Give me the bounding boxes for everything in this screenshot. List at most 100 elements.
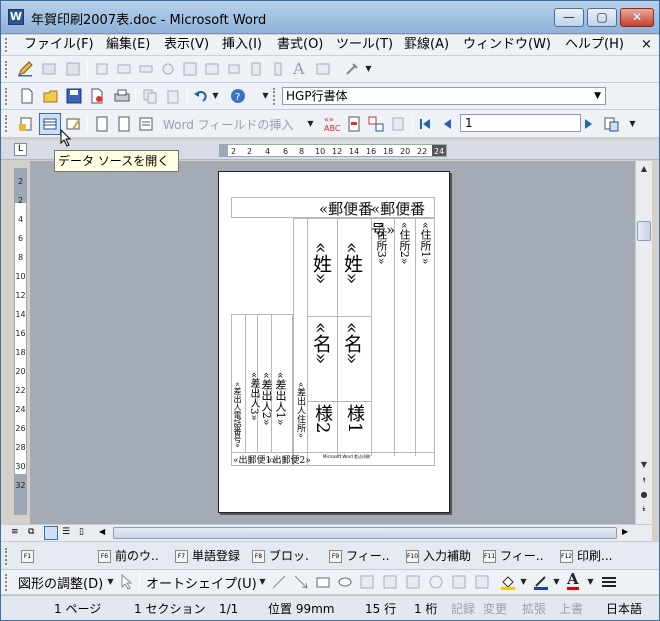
menu-window[interactable]: ウィンドウ(W)	[459, 35, 555, 55]
word-doc-icon[interactable]: W	[8, 9, 24, 25]
menu-file[interactable]: ファイル(F)	[20, 35, 98, 55]
fkey-f11[interactable]: F11 フィー..	[483, 548, 543, 565]
fkey-f6[interactable]: F6 前のウ..	[98, 548, 159, 565]
fkey-f9[interactable]: F9 フィー..	[329, 548, 389, 565]
checkbox-field-icon[interactable]	[94, 61, 110, 77]
merge-to-document-icon[interactable]	[603, 116, 619, 132]
line-style-icon[interactable]	[601, 574, 617, 590]
open-folder-icon[interactable]	[43, 88, 59, 104]
scrollbar-thumb[interactable]	[113, 527, 617, 539]
open-data-source-button[interactable]	[39, 113, 61, 135]
toolbar-options-dropdown[interactable]: ▼	[261, 88, 270, 104]
go-to-record-input[interactable]: 1	[460, 114, 581, 132]
horizontal-scrollbar[interactable]: ≡ ⧉ ☰ ▯ ◀ ▶	[1, 524, 652, 541]
edit-pencil-icon[interactable]	[17, 61, 33, 77]
previous-record-icon[interactable]	[439, 116, 455, 132]
combobox-icon[interactable]	[204, 61, 220, 77]
help-icon[interactable]: ?	[230, 88, 246, 104]
reading-layout-icon[interactable]: ▯	[79, 527, 84, 537]
toolbar-grip[interactable]	[5, 61, 9, 78]
propagate-labels-icon[interactable]	[390, 116, 406, 132]
chevron-down-icon[interactable]: ▼	[594, 88, 601, 104]
vertical-scrollbar[interactable]: ▲ ▼ ⯭ ● ⯯	[635, 161, 652, 524]
main-document-setup-icon[interactable]	[18, 116, 34, 132]
scroll-down-arrow[interactable]: ▼	[637, 457, 651, 472]
view-merged-data-icon[interactable]: «» ABC	[324, 115, 340, 133]
menu-help[interactable]: ヘルプ(H)	[561, 35, 628, 55]
chevron-down-icon[interactable]: ▼	[519, 574, 528, 590]
toolbar-grip[interactable]	[5, 548, 9, 565]
oval-icon[interactable]	[337, 574, 353, 590]
new-document-icon[interactable]	[19, 88, 35, 104]
tools-icon[interactable]	[344, 61, 360, 77]
minimize-button[interactable]: —	[554, 8, 584, 27]
line-color-icon[interactable]	[533, 574, 549, 590]
menu-edit[interactable]: 編集(E)	[102, 35, 154, 55]
next-page-icon[interactable]: ⯯	[637, 501, 651, 516]
save-icon[interactable]	[66, 88, 82, 104]
arrow-icon[interactable]	[293, 574, 309, 590]
horizontal-ruler[interactable]: 2 2 4 6 8 10 12 14 16 18 20 22 24	[219, 144, 447, 157]
scrollbar-control-icon[interactable]	[270, 61, 286, 77]
clipart-icon[interactable]	[451, 574, 467, 590]
next-record-icon[interactable]	[581, 116, 597, 132]
scroll-left-arrow[interactable]: ◀	[99, 527, 105, 536]
insert-frame-icon[interactable]	[65, 61, 81, 77]
normal-view-icon[interactable]: ≡	[11, 527, 19, 537]
browse-object-icon[interactable]: ●	[637, 487, 651, 502]
toolbar-options-dropdown[interactable]: ▼	[628, 116, 637, 132]
insert-greeting-icon[interactable]	[116, 116, 132, 132]
dropdown-field-icon[interactable]	[138, 61, 154, 77]
fkey-f1[interactable]: F1	[21, 548, 38, 565]
spin-button-icon[interactable]	[248, 61, 264, 77]
scroll-up-arrow[interactable]: ▲	[637, 161, 651, 176]
chevron-down-icon[interactable]: ▼	[552, 574, 561, 590]
status-ext[interactable]: 拡張	[522, 600, 546, 618]
previous-page-icon[interactable]: ⯭	[637, 473, 651, 488]
toolbar-grip[interactable]	[5, 115, 9, 132]
status-rec[interactable]: 記録	[451, 600, 475, 618]
option-button-icon[interactable]	[160, 61, 176, 77]
toolbar-options-dropdown[interactable]: ▼	[364, 61, 373, 77]
menu-view[interactable]: 表示(V)	[160, 35, 213, 55]
autoshapes-menu[interactable]: オートシェイプ(U)	[146, 573, 257, 592]
fkey-f10[interactable]: F10 入力補助	[406, 548, 471, 565]
toolbar-grip[interactable]	[5, 88, 9, 105]
insert-merge-fields-icon[interactable]	[138, 116, 154, 132]
font-color-icon[interactable]: A	[567, 571, 579, 590]
status-trk[interactable]: 変更	[483, 600, 507, 618]
select-objects-icon[interactable]	[119, 574, 135, 590]
status-ovr[interactable]: 上書	[559, 600, 583, 618]
listbox-icon[interactable]	[182, 61, 198, 77]
first-record-icon[interactable]	[417, 116, 433, 132]
menu-tools[interactable]: ツール(T)	[332, 35, 397, 55]
web-layout-icon[interactable]: ⧉	[28, 527, 34, 537]
label-control-icon[interactable]: A	[293, 59, 305, 78]
close-button[interactable]: ✕	[620, 8, 654, 27]
chevron-down-icon[interactable]: ▼	[306, 116, 315, 132]
print-layout-icon[interactable]	[44, 526, 58, 540]
undo-icon[interactable]	[193, 88, 209, 104]
scroll-right-arrow[interactable]: ▶	[622, 527, 628, 536]
fkey-f8[interactable]: F8 ブロッ.	[252, 548, 309, 565]
font-name-select[interactable]: HGP行書体 ▼	[282, 87, 606, 105]
fkey-f7[interactable]: F7 単語登録	[175, 548, 240, 565]
toolbar-grip[interactable]	[5, 574, 9, 591]
toolbar-grip[interactable]	[273, 88, 277, 105]
menubar-grip[interactable]	[5, 38, 9, 52]
outline-view-icon[interactable]: ☰	[62, 527, 70, 537]
highlight-fields-icon[interactable]	[346, 116, 362, 132]
paste-icon[interactable]	[165, 88, 181, 104]
wordart-icon[interactable]	[405, 574, 421, 590]
restore-button[interactable]: ▢	[587, 8, 617, 27]
chevron-down-icon[interactable]: ▼	[106, 574, 115, 590]
draw-table-icon[interactable]	[41, 61, 57, 77]
diagram-icon[interactable]	[428, 574, 444, 590]
close-document-button[interactable]: ×	[637, 35, 656, 55]
undo-dropdown[interactable]: ▼	[211, 88, 220, 104]
line-icon[interactable]	[271, 574, 287, 590]
menu-table[interactable]: 罫線(A)	[400, 35, 453, 55]
document-page[interactable]: «郵便番 «郵便番号» «住所3» «住所2» «住所1» «姓» «姓» «名…	[218, 171, 450, 513]
print-icon[interactable]	[114, 88, 130, 104]
toggle-button-icon[interactable]	[226, 61, 242, 77]
